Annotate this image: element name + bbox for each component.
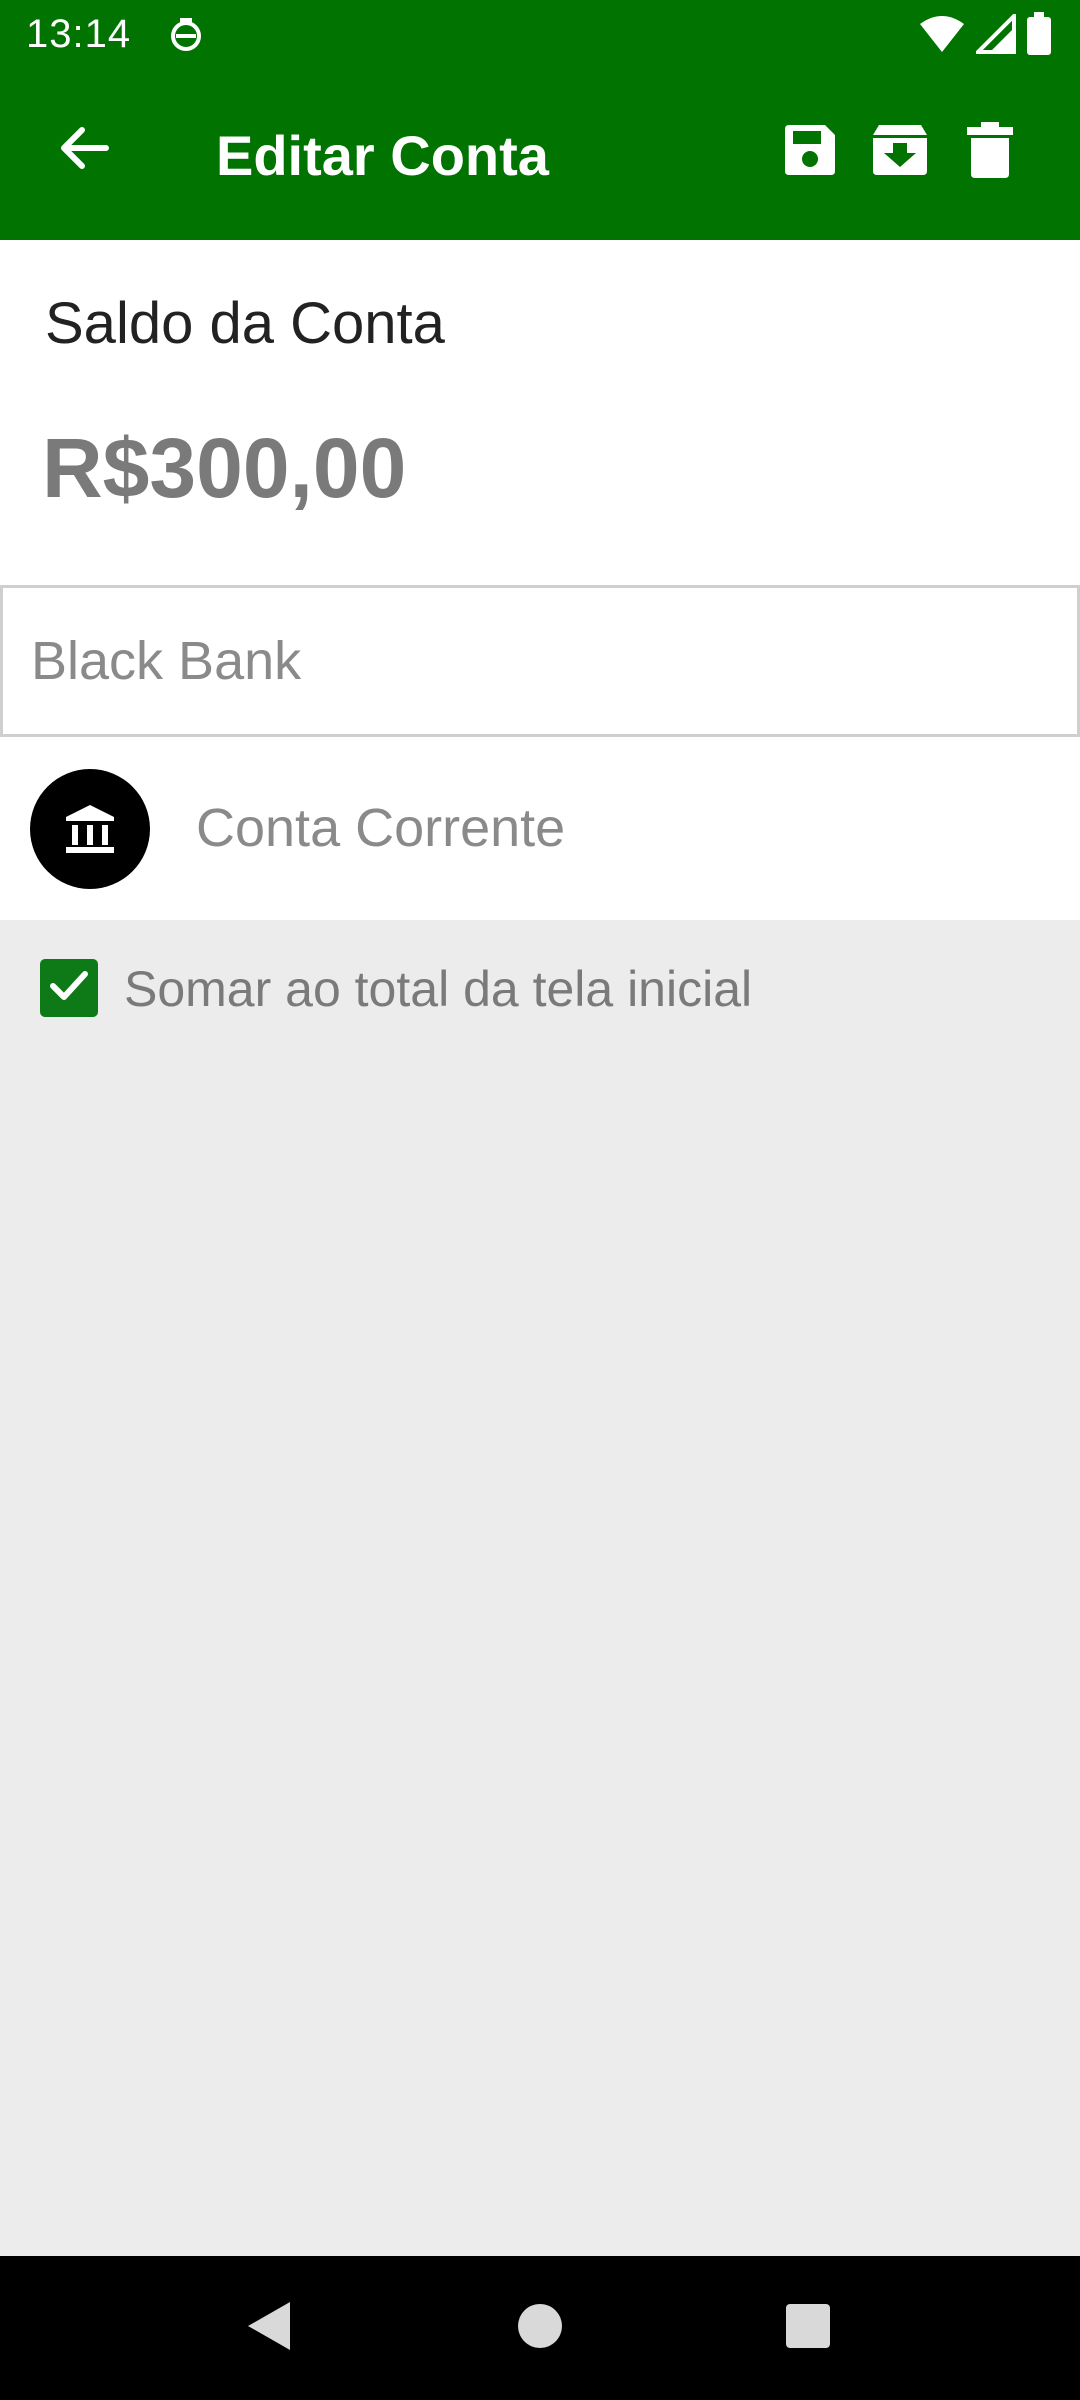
- signal-icon: [973, 10, 1016, 59]
- sum-to-total-checkbox[interactable]: [40, 959, 98, 1017]
- delete-button[interactable]: [954, 116, 1026, 188]
- wifi-icon: [918, 14, 966, 59]
- archive-icon: [871, 121, 929, 184]
- account-type-label: Conta Corrente: [196, 798, 566, 858]
- page-title: Editar Conta: [216, 124, 549, 187]
- save-button[interactable]: [774, 116, 846, 188]
- nav-recents-button[interactable]: [772, 2292, 844, 2364]
- status-bar: 13:14: [0, 0, 1080, 72]
- nav-home-icon: [516, 2302, 564, 2355]
- account-name-input[interactable]: [3, 588, 1077, 734]
- account-form: Saldo da Conta R$300,00 Conta Corrente: [0, 240, 1080, 920]
- notification-icon: [166, 14, 206, 58]
- sum-to-total-option[interactable]: Somar ao total da tela inicial: [0, 950, 1080, 1030]
- nav-back-button[interactable]: [232, 2292, 304, 2364]
- app-bar: Editar Conta: [0, 72, 1080, 240]
- check-icon: [47, 964, 91, 1013]
- status-time: 13:14: [26, 12, 132, 56]
- save-icon: [781, 121, 839, 184]
- sum-to-total-label: Somar ao total da tela inicial: [124, 961, 753, 1017]
- account-name-field[interactable]: [0, 585, 1080, 737]
- archive-button[interactable]: [864, 116, 936, 188]
- arrow-left-icon: [56, 120, 112, 181]
- system-nav-bar: [0, 2256, 1080, 2400]
- back-button[interactable]: [48, 114, 120, 186]
- balance-label: Saldo da Conta: [45, 291, 445, 356]
- balance-value[interactable]: R$300,00: [42, 420, 406, 517]
- battery-icon: [1026, 11, 1052, 61]
- account-type-selector[interactable]: Conta Corrente: [0, 757, 1080, 917]
- nav-recents-icon: [784, 2302, 832, 2355]
- nav-back-icon: [242, 2298, 294, 2359]
- bank-icon: [30, 769, 150, 889]
- delete-icon: [965, 120, 1015, 185]
- nav-home-button[interactable]: [504, 2292, 576, 2364]
